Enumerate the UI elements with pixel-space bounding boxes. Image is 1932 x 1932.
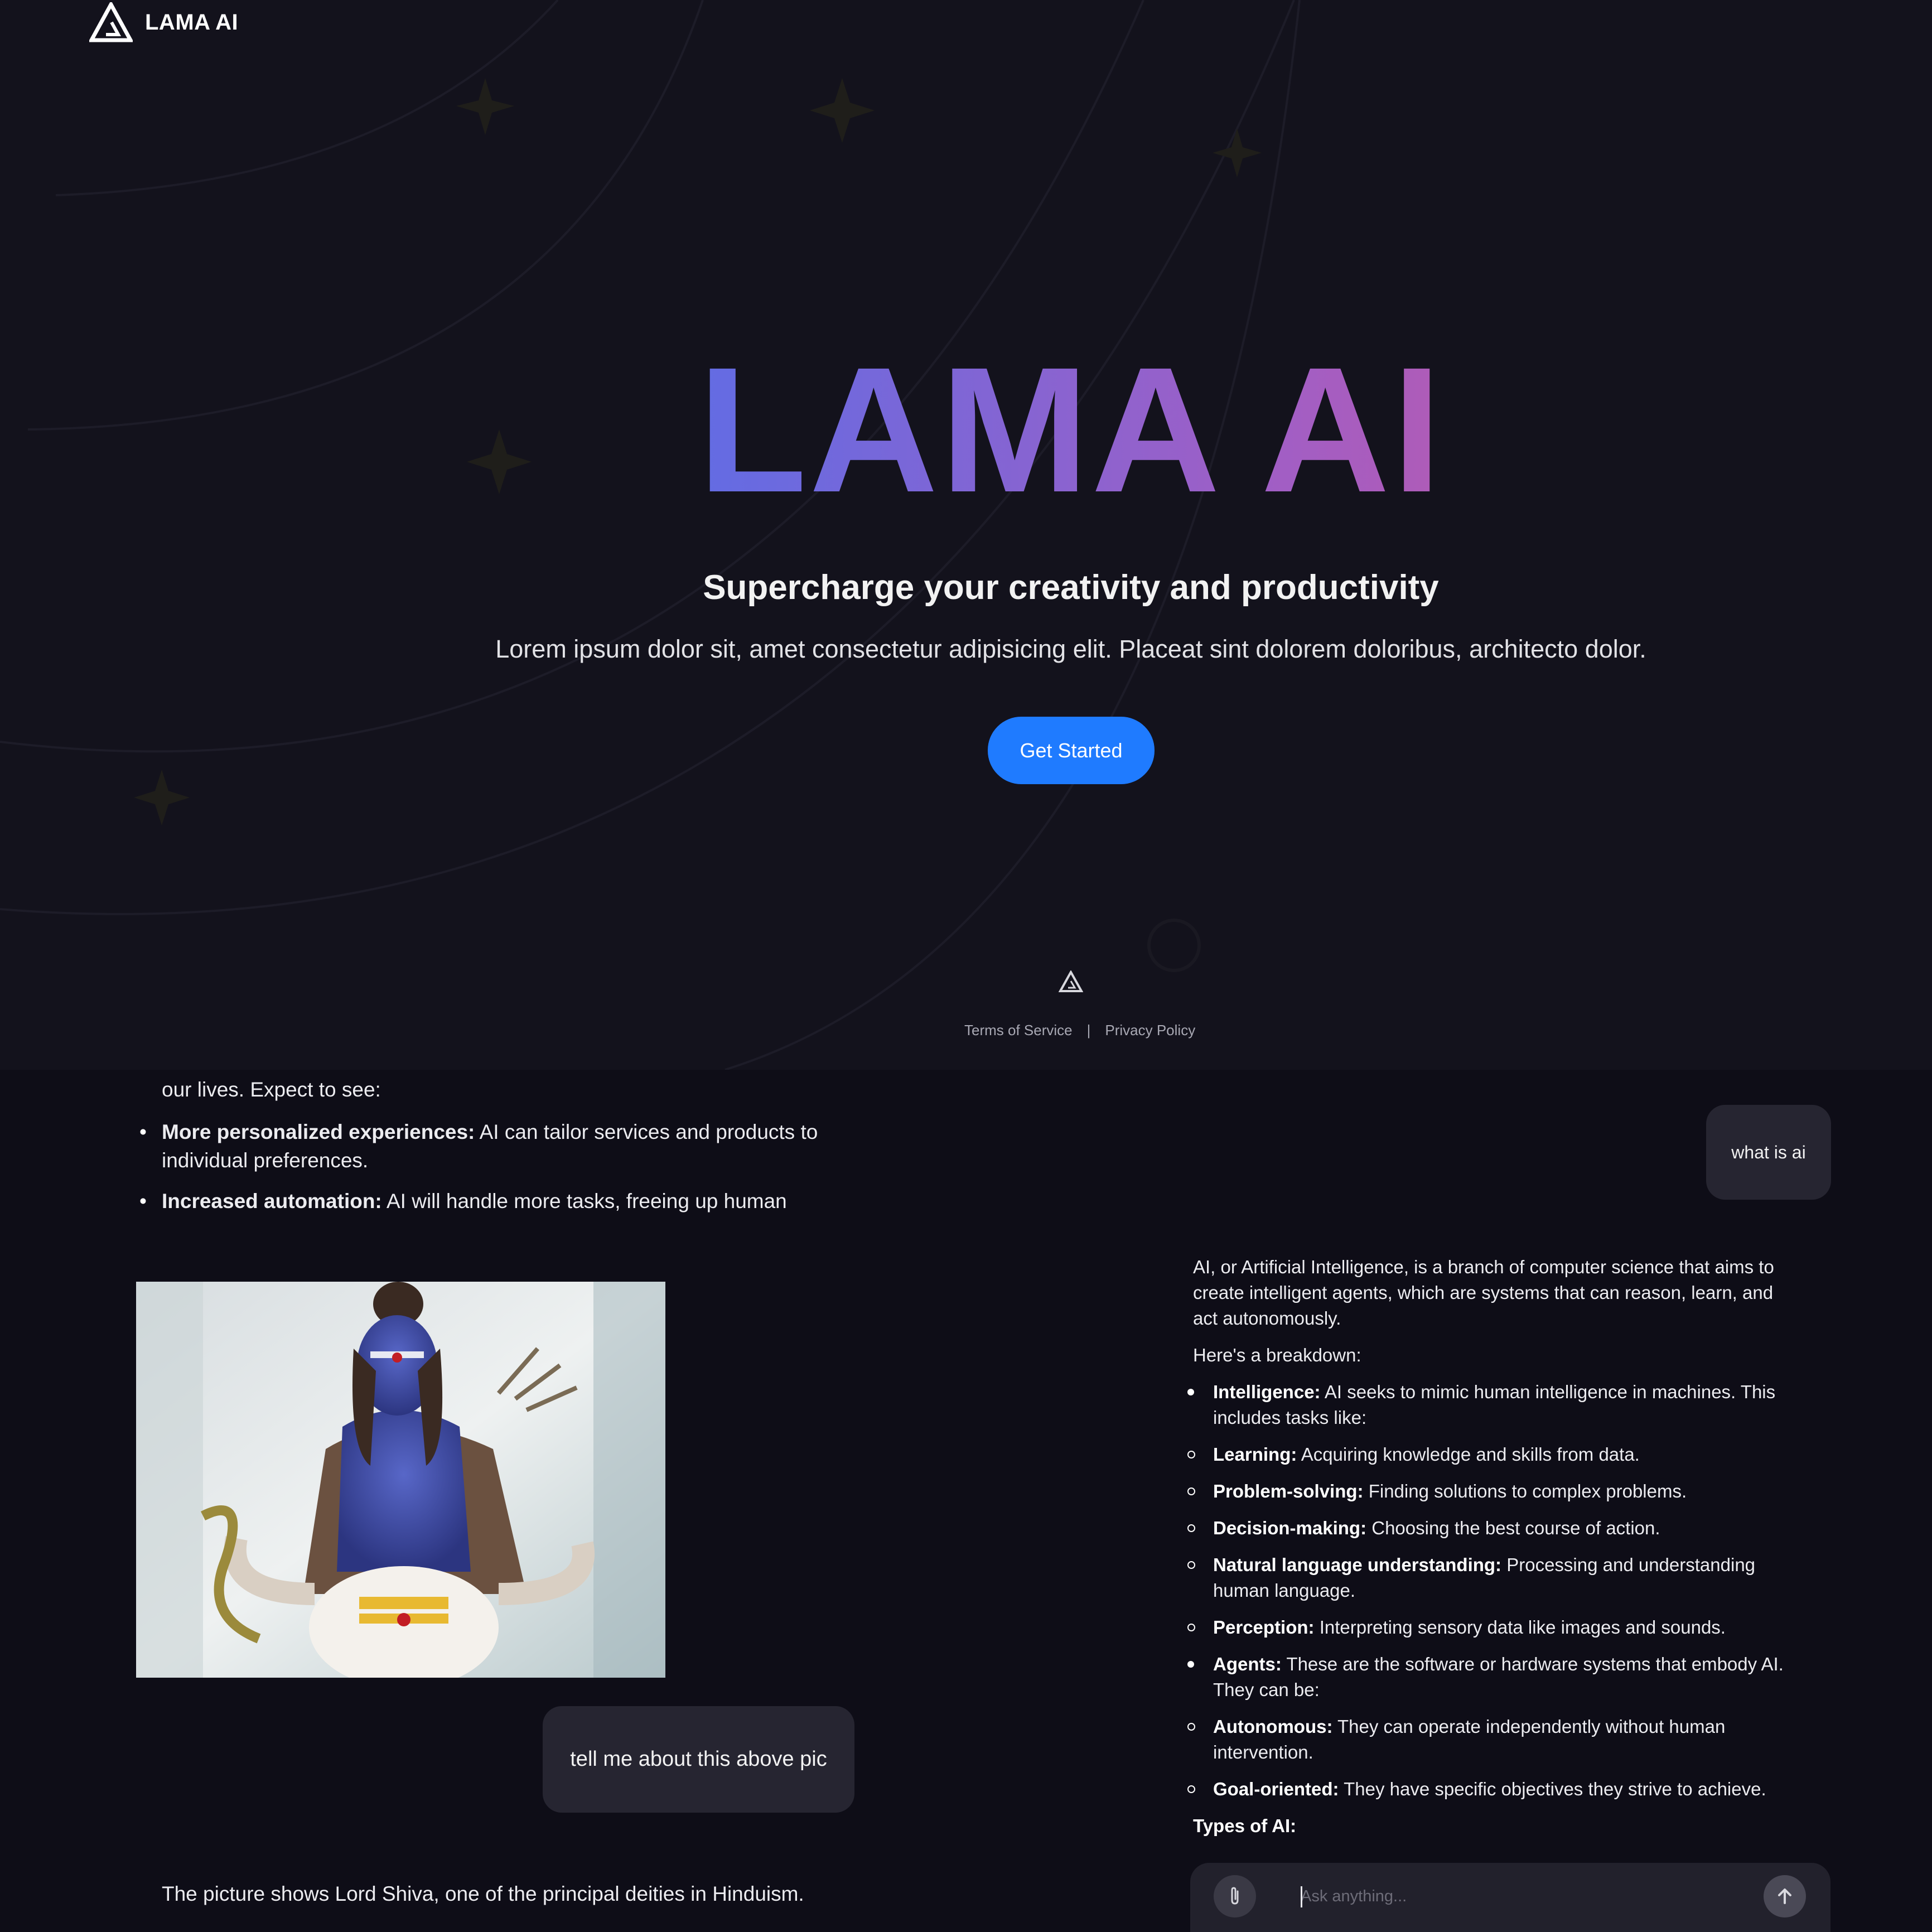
ai-breakdown: Here's a breakdown: bbox=[1193, 1345, 1361, 1365]
terms-of-service-link[interactable]: Terms of Service bbox=[964, 1022, 1073, 1039]
bullet-bold: Increased automation: bbox=[162, 1190, 382, 1213]
list-item: Increased automation: AI will handle mor… bbox=[136, 1187, 850, 1215]
user-message-bubble: tell me about this above pic bbox=[543, 1706, 854, 1813]
footer-links: Terms of Service | Privacy Policy bbox=[964, 1022, 1195, 1039]
list-item: Autonomous: They can operate independent… bbox=[1187, 1714, 1801, 1765]
text-caret bbox=[1301, 1886, 1302, 1907]
hero-subtitle: Supercharge your creativity and producti… bbox=[703, 568, 1439, 607]
ai-intro: AI, or Artificial Intelligence, is a bra… bbox=[1193, 1257, 1774, 1329]
arrow-up-icon bbox=[1778, 1888, 1791, 1904]
shiva-painting bbox=[136, 1282, 665, 1678]
list-item: Perception: Interpreting sensory data li… bbox=[1187, 1615, 1801, 1640]
user-message-bubble-right: what is ai bbox=[1706, 1105, 1831, 1200]
footer-logo-icon bbox=[1059, 970, 1083, 992]
item-text: These are the software or hardware syste… bbox=[1213, 1654, 1784, 1700]
item-bold: Perception: bbox=[1213, 1617, 1315, 1638]
item-text: Choosing the best course of action. bbox=[1366, 1518, 1660, 1538]
footer-separator: | bbox=[1086, 1022, 1091, 1039]
attach-button[interactable] bbox=[1214, 1875, 1256, 1917]
list-item: Problem-solving: Finding solutions to co… bbox=[1187, 1479, 1801, 1504]
hero-description: Lorem ipsum dolor sit, amet consectetur … bbox=[495, 635, 1646, 663]
item-text: Finding solutions to complex problems. bbox=[1363, 1481, 1687, 1501]
list-item: More personalized experiences: AI can ta… bbox=[136, 1118, 850, 1175]
list-item: Decision-making: Choosing the best cours… bbox=[1187, 1515, 1801, 1541]
list-item: Goal-oriented: They have specific object… bbox=[1187, 1776, 1801, 1802]
list-item: Agents: These are the software or hardwa… bbox=[1187, 1651, 1801, 1703]
item-bold: Goal-oriented: bbox=[1213, 1779, 1339, 1799]
ai-response-list: Intelligence: AI seeks to mimic human in… bbox=[1187, 1379, 1801, 1802]
item-bold: Problem-solving: bbox=[1213, 1481, 1364, 1501]
hero-title: LAMA AI bbox=[0, 340, 1932, 519]
item-bold: Learning: bbox=[1213, 1444, 1297, 1465]
bullet-bold: More personalized experiences: bbox=[162, 1120, 475, 1143]
paperclip-icon bbox=[1231, 1887, 1239, 1905]
chat-input-bar bbox=[1190, 1863, 1830, 1932]
shiva-image bbox=[136, 1282, 665, 1678]
background-decoration bbox=[0, 0, 1301, 1070]
bullet-text: AI will handle more tasks, freeing up hu… bbox=[381, 1190, 787, 1213]
item-bold: Decision-making: bbox=[1213, 1518, 1367, 1538]
ai-message-bullets: More personalized experiences: AI can ta… bbox=[136, 1118, 850, 1228]
list-item: Intelligence: AI seeks to mimic human in… bbox=[1187, 1379, 1801, 1431]
item-text: They have specific objectives they striv… bbox=[1339, 1779, 1766, 1799]
types-heading: Types of AI: bbox=[1193, 1813, 1801, 1839]
item-bold: Agents: bbox=[1213, 1654, 1282, 1674]
ai-response-right: AI, or Artificial Intelligence, is a bra… bbox=[1187, 1254, 1801, 1850]
item-bold: Intelligence: bbox=[1213, 1382, 1321, 1402]
item-text: Interpreting sensory data like images an… bbox=[1314, 1617, 1726, 1638]
types-heading-text: Types of AI: bbox=[1193, 1815, 1297, 1836]
item-bold: Autonomous: bbox=[1213, 1716, 1333, 1737]
ai-message-partial: our lives. Expect to see: bbox=[162, 1078, 381, 1101]
ai-message-reply: The picture shows Lord Shiva, one of the… bbox=[162, 1882, 804, 1905]
get-started-button[interactable]: Get Started bbox=[988, 717, 1155, 784]
privacy-policy-link[interactable]: Privacy Policy bbox=[1105, 1022, 1195, 1039]
send-button[interactable] bbox=[1764, 1875, 1806, 1917]
item-bold: Natural language understanding: bbox=[1213, 1554, 1502, 1575]
ask-input[interactable] bbox=[1301, 1880, 1747, 1913]
list-item: Natural language understanding: Processi… bbox=[1187, 1552, 1801, 1603]
brand-logo[interactable]: LAMA AI bbox=[89, 0, 238, 45]
landing-section: LAMA AI LAMA AI Supercharge your creativ… bbox=[0, 0, 1932, 1070]
list-item: Learning: Acquiring knowledge and skills… bbox=[1187, 1442, 1801, 1467]
lama-logo-icon bbox=[89, 2, 133, 42]
item-text: Acquiring knowledge and skills from data… bbox=[1297, 1444, 1640, 1465]
brand-name: LAMA AI bbox=[145, 9, 239, 35]
